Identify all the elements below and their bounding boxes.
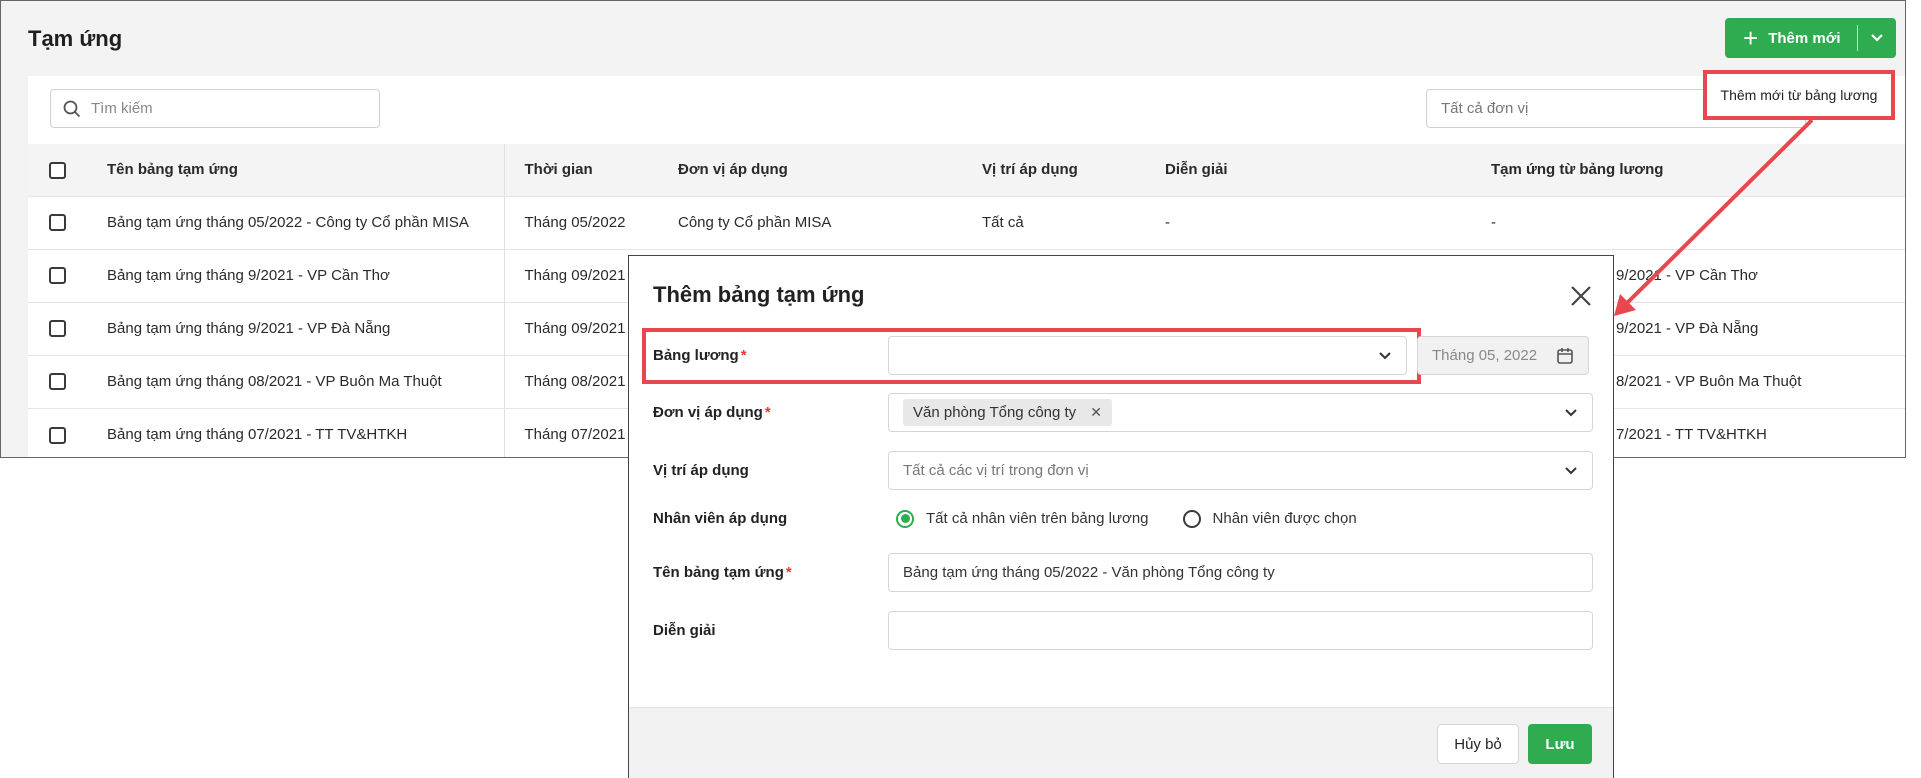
select-all-cell xyxy=(28,144,88,196)
search-icon xyxy=(63,100,81,117)
name-input[interactable]: Bảng tạm ứng tháng 05/2022 - Văn phòng T… xyxy=(888,553,1593,592)
add-advance-dialog: Thêm bảng tạm ứng Bảng lương * Tháng 05, … xyxy=(628,255,1614,778)
row-checkbox[interactable] xyxy=(49,320,66,338)
plus-icon: + xyxy=(1743,23,1759,53)
radio-unchecked-icon xyxy=(1182,509,1201,528)
add-from-payroll-menu-item[interactable]: Thêm mới từ bảng lương xyxy=(1703,70,1895,120)
add-new-split-button: + Thêm mới xyxy=(1725,18,1896,58)
dialog-footer: Hủy bỏ Lưu xyxy=(629,707,1613,778)
payroll-select[interactable] xyxy=(888,336,1407,375)
row-checkbox[interactable] xyxy=(49,214,66,232)
unit-label: Đơn vị áp dụng * xyxy=(653,404,771,421)
row-checkbox[interactable] xyxy=(49,267,66,285)
name-label: Tên bảng tạm ứng * xyxy=(653,564,792,581)
table-cell: Bảng tạm ứng tháng 08/2021 - VP Buôn Ma … xyxy=(88,354,505,408)
table-cell: Bảng tạm ứng tháng 07/2021 - TT TV&HTKH xyxy=(88,407,505,457)
table-cell: Tháng 05/2022 xyxy=(504,195,658,249)
position-label: Vị trí áp dụng xyxy=(653,462,749,479)
table-cell: Bảng tạm ứng tháng 9/2021 - VP Cần Thơ xyxy=(88,248,505,302)
table-row[interactable]: Bảng tạm ứng tháng 05/2022 - Công ty Cổ … xyxy=(28,195,1905,249)
select-all-checkbox[interactable] xyxy=(49,161,66,179)
close-button[interactable] xyxy=(1567,282,1595,310)
chevron-down-icon xyxy=(1379,351,1391,359)
row-checkbox-cell xyxy=(28,301,88,355)
add-new-button[interactable]: + Thêm mới xyxy=(1725,18,1857,58)
radio-selected-employees[interactable]: Nhân viên được chọn xyxy=(1182,509,1357,528)
row-checkbox-cell xyxy=(28,248,88,302)
table-cell: Bảng tạm ứng tháng 05/2022 - Công ty Cổ … xyxy=(88,195,505,249)
column-header[interactable]: Đơn vị áp dụng xyxy=(658,144,962,196)
chevron-down-icon xyxy=(1565,408,1577,416)
payroll-row: Bảng lương * Tháng 05, 2022 xyxy=(653,336,1589,375)
column-header[interactable]: Vị trí áp dụng xyxy=(962,144,1145,196)
search-input[interactable] xyxy=(91,100,351,117)
table-header-row: Tên bảng tạm ứng Thời gian Đơn vị áp dụn… xyxy=(28,144,1905,196)
add-new-dropdown-toggle[interactable] xyxy=(1858,33,1896,43)
payroll-label: Bảng lương * xyxy=(653,347,747,364)
add-new-label: Thêm mới xyxy=(1768,29,1841,47)
column-header[interactable]: Thời gian xyxy=(504,144,658,196)
employee-label: Nhân viên áp dụng xyxy=(653,510,788,527)
close-icon xyxy=(1571,286,1591,306)
position-row: Vị trí áp dụng Tất cả các vị trí trong đ… xyxy=(653,451,1593,490)
employee-radio-group: Tất cả nhân viên trên bảng lương Nhân vi… xyxy=(888,509,1391,528)
unit-row: Đơn vị áp dụng * Văn phòng Tổng công ty ✕ xyxy=(653,393,1593,432)
row-checkbox[interactable] xyxy=(49,426,66,444)
table-cell: - xyxy=(1471,195,1905,249)
description-row: Diễn giải xyxy=(653,611,1593,650)
position-select[interactable]: Tất cả các vị trí trong đơn vị xyxy=(888,451,1593,490)
month-picker[interactable]: Tháng 05, 2022 xyxy=(1417,336,1589,375)
employee-row: Nhân viên áp dụng Tất cả nhân viên trên … xyxy=(653,499,1391,538)
page-title: Tạm ứng xyxy=(28,26,123,51)
column-header[interactable]: Diễn giải xyxy=(1145,144,1471,196)
table-cell: Công ty Cổ phần MISA xyxy=(658,195,962,249)
column-header[interactable]: Tạm ứng từ bảng lương xyxy=(1471,144,1905,196)
table-cell: - xyxy=(1145,195,1471,249)
description-input[interactable] xyxy=(888,611,1593,650)
cancel-button[interactable]: Hủy bỏ xyxy=(1437,724,1519,764)
table-cell: Bảng tạm ứng tháng 9/2021 - VP Đà Nẵng xyxy=(88,301,505,355)
row-checkbox-cell xyxy=(28,354,88,408)
column-header[interactable]: Tên bảng tạm ứng xyxy=(88,144,505,196)
description-label: Diễn giải xyxy=(653,622,716,639)
unit-chip: Văn phòng Tổng công ty ✕ xyxy=(903,399,1112,426)
chevron-down-icon xyxy=(1871,34,1883,42)
name-row: Tên bảng tạm ứng * Bảng tạm ứng tháng 05/… xyxy=(653,553,1593,592)
remove-chip-icon[interactable]: ✕ xyxy=(1090,404,1102,421)
radio-all-employees[interactable]: Tất cả nhân viên trên bảng lương xyxy=(896,509,1149,528)
calendar-icon xyxy=(1557,347,1573,364)
table-cell: Tất cả xyxy=(962,195,1145,249)
save-button[interactable]: Lưu xyxy=(1528,724,1592,764)
row-checkbox[interactable] xyxy=(49,373,66,391)
row-checkbox-cell xyxy=(28,407,88,457)
search-box xyxy=(50,89,380,128)
dialog-title: Thêm bảng tạm ứng xyxy=(653,282,865,307)
unit-multiselect[interactable]: Văn phòng Tổng công ty ✕ xyxy=(888,393,1593,432)
chevron-down-icon xyxy=(1565,466,1577,474)
row-checkbox-cell xyxy=(28,195,88,249)
radio-checked-icon xyxy=(896,509,914,528)
